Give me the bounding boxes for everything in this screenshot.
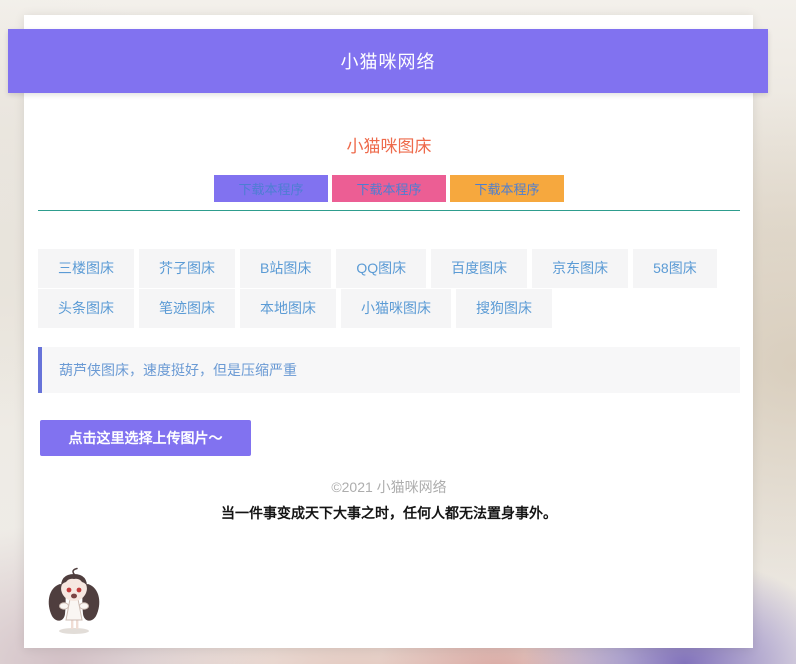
notice-text: 葫芦侠图床，速度挺好，但是压缩严重 — [59, 362, 297, 378]
image-bed-tab[interactable]: 本地图床 — [240, 289, 336, 328]
page-title: 小猫咪图床 — [346, 137, 432, 156]
mascot-image — [48, 567, 100, 634]
image-bed-tab[interactable]: 三楼图床 — [38, 249, 134, 288]
image-bed-tab[interactable]: 百度图床 — [431, 249, 528, 288]
image-bed-tab[interactable]: 芥子图床 — [139, 249, 235, 288]
image-bed-tab[interactable]: 小猫咪图床 — [341, 289, 451, 328]
divider-line — [38, 210, 740, 211]
image-bed-tab[interactable]: B站图床 — [240, 249, 332, 288]
image-bed-tab[interactable]: 头条图床 — [38, 289, 134, 328]
download-button-purple[interactable]: 下载本程序 — [214, 175, 328, 202]
site-banner: 小猫咪网络 — [8, 29, 768, 93]
image-bed-tabs: 三楼图床 芥子图床 B站图床 QQ图床 百度图床 京东图床 58图床 头条图床 … — [38, 249, 740, 328]
copyright-text: ©2021 小猫咪网络 — [331, 479, 447, 495]
notice-bar: 葫芦侠图床，速度挺好，但是压缩严重 — [38, 347, 740, 393]
upload-button[interactable]: 点击这里选择上传图片～ — [40, 420, 251, 456]
download-button-orange[interactable]: 下载本程序 — [450, 175, 564, 202]
image-bed-tab[interactable]: 搜狗图床 — [456, 289, 552, 328]
download-button-row: 下载本程序 下载本程序 下载本程序 — [38, 175, 740, 202]
footer-quote: 当一件事变成天下大事之时，任何人都无法置身事外。 — [221, 505, 557, 521]
image-bed-tab[interactable]: 58图床 — [633, 249, 717, 288]
site-title: 小猫咪网络 — [340, 52, 436, 72]
image-bed-tab[interactable]: 笔迹图床 — [139, 289, 235, 328]
image-bed-tab[interactable]: 京东图床 — [532, 249, 629, 288]
main-content: 小猫咪图床 下载本程序 下载本程序 下载本程序 三楼图床 芥子图床 B站图床 Q… — [38, 93, 740, 641]
download-button-pink[interactable]: 下载本程序 — [332, 175, 446, 202]
image-bed-tab[interactable]: QQ图床 — [336, 249, 427, 288]
